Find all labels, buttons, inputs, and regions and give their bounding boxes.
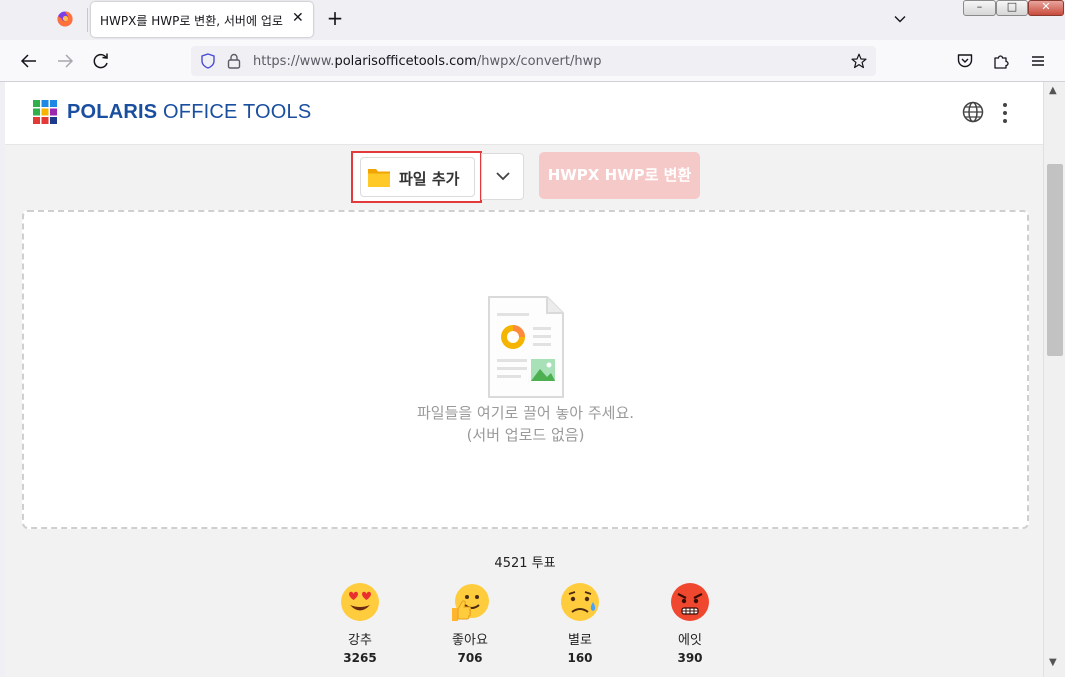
active-tab[interactable]: HWPX를 HWP로 변환, 서버에 업로 ✕ (91, 2, 313, 37)
globe-icon[interactable] (962, 101, 984, 123)
url-path: /hwpx/convert/hwp (476, 54, 602, 69)
reaction-count: 160 (567, 651, 593, 665)
reaction-count: 3265 (343, 651, 377, 665)
angry-icon (671, 583, 709, 621)
reaction-like[interactable]: 좋아요 706 (430, 582, 510, 665)
pocket-icon[interactable] (956, 52, 974, 70)
tab-bar: HWPX를 HWP로 변환, 서버에 업로 ✕ + – □ ✕ (0, 0, 1065, 40)
reaction-label: 에잇 (678, 633, 702, 648)
reload-icon[interactable] (90, 50, 112, 72)
minimize-icon: – (976, 0, 983, 13)
add-file-button[interactable]: 파일 추가 (360, 157, 475, 197)
folder-icon (368, 169, 390, 187)
site-logo-text[interactable]: POLARIS OFFICE TOOLS (67, 101, 311, 124)
drop-instructions: 파일들을 여기로 끌어 놓아 주세요. (서버 업로드 없음) (24, 402, 1027, 446)
add-file-dropdown-button[interactable] (481, 153, 524, 200)
navigation-toolbar: https://www.polarisofficetools.com/hwpx/… (0, 40, 1065, 82)
reaction-label: 별로 (568, 633, 592, 648)
file-toolbar: 파일 추가 HWPX HWP로 변환 (5, 145, 1043, 208)
window-minimize-button[interactable]: – (963, 0, 996, 16)
no-server-upload-note: (서버 업로드 없음) (466, 426, 585, 444)
bookmark-star-icon[interactable] (851, 53, 867, 69)
tab-separator (87, 8, 88, 32)
chevron-down-icon (496, 172, 510, 181)
reaction-label: 좋아요 (452, 633, 488, 648)
reaction-not-good[interactable]: 별로 160 (540, 582, 620, 665)
tab-close-icon[interactable]: ✕ (292, 11, 306, 25)
add-file-label: 파일 추가 (399, 170, 460, 188)
shield-icon[interactable] (200, 53, 216, 69)
reaction-count: 706 (457, 651, 483, 665)
sad-sweat-icon (561, 583, 599, 621)
site-header: POLARIS OFFICE TOOLS (5, 82, 1043, 145)
reaction-ugh[interactable]: 에잇 390 (650, 582, 730, 665)
tab-title: HWPX를 HWP로 변환, 서버에 업로 (100, 14, 283, 28)
chevron-down-icon[interactable] (891, 10, 909, 28)
lock-icon[interactable] (227, 53, 241, 69)
scroll-up-arrow-icon[interactable]: ▲ (1049, 85, 1057, 96)
logo-bold: POLARIS (67, 101, 158, 123)
logo-rest: OFFICE TOOLS (157, 101, 312, 123)
scroll-down-arrow-icon[interactable]: ▼ (1049, 657, 1057, 668)
web-page: POLARIS OFFICE TOOLS 파일 추가 HWPX HWP로 변환 … (5, 82, 1043, 677)
window-maximize-button[interactable]: □ (996, 0, 1028, 16)
thumbs-up-icon (452, 584, 489, 621)
more-options-icon[interactable] (999, 102, 1011, 124)
page-scrollbar[interactable]: ▲ ▼ (1043, 82, 1065, 677)
vote-count: 4521 투표 (494, 556, 556, 571)
file-drop-zone[interactable]: 파일들을 여기로 끌어 놓아 주세요. (서버 업로드 없음) (22, 210, 1029, 529)
polaris-logo-icon[interactable] (33, 100, 57, 124)
url-domain: polarisofficetools.com (334, 54, 477, 69)
convert-button[interactable]: HWPX HWP로 변환 (539, 152, 700, 199)
close-icon: ✕ (1041, 0, 1051, 13)
drop-instruction-line: 파일들을 여기로 끌어 놓아 주세요. (416, 404, 635, 422)
extensions-icon[interactable] (992, 52, 1010, 70)
reaction-label: 강추 (348, 633, 372, 648)
reaction-count: 390 (677, 651, 703, 665)
heart-eyes-icon (341, 583, 379, 621)
firefox-icon[interactable] (57, 11, 73, 27)
maximize-icon: □ (1006, 0, 1018, 13)
address-bar[interactable]: https://www.polarisofficetools.com/hwpx/… (191, 46, 876, 76)
reaction-strongly-recommend[interactable]: 강추 3265 (320, 582, 400, 665)
new-tab-button[interactable]: + (325, 8, 345, 30)
forward-arrow-icon[interactable] (54, 50, 76, 72)
url-text: https://www.polarisofficetools.com/hwpx/… (253, 54, 601, 69)
document-illustration-icon (488, 296, 564, 398)
menu-hamburger-icon[interactable] (1029, 52, 1047, 70)
add-file-highlight: 파일 추가 (351, 151, 482, 203)
scrollbar-thumb[interactable] (1047, 164, 1063, 356)
window-close-button[interactable]: ✕ (1028, 0, 1064, 16)
url-prefix: https://www. (253, 54, 335, 69)
back-arrow-icon[interactable] (18, 50, 40, 72)
